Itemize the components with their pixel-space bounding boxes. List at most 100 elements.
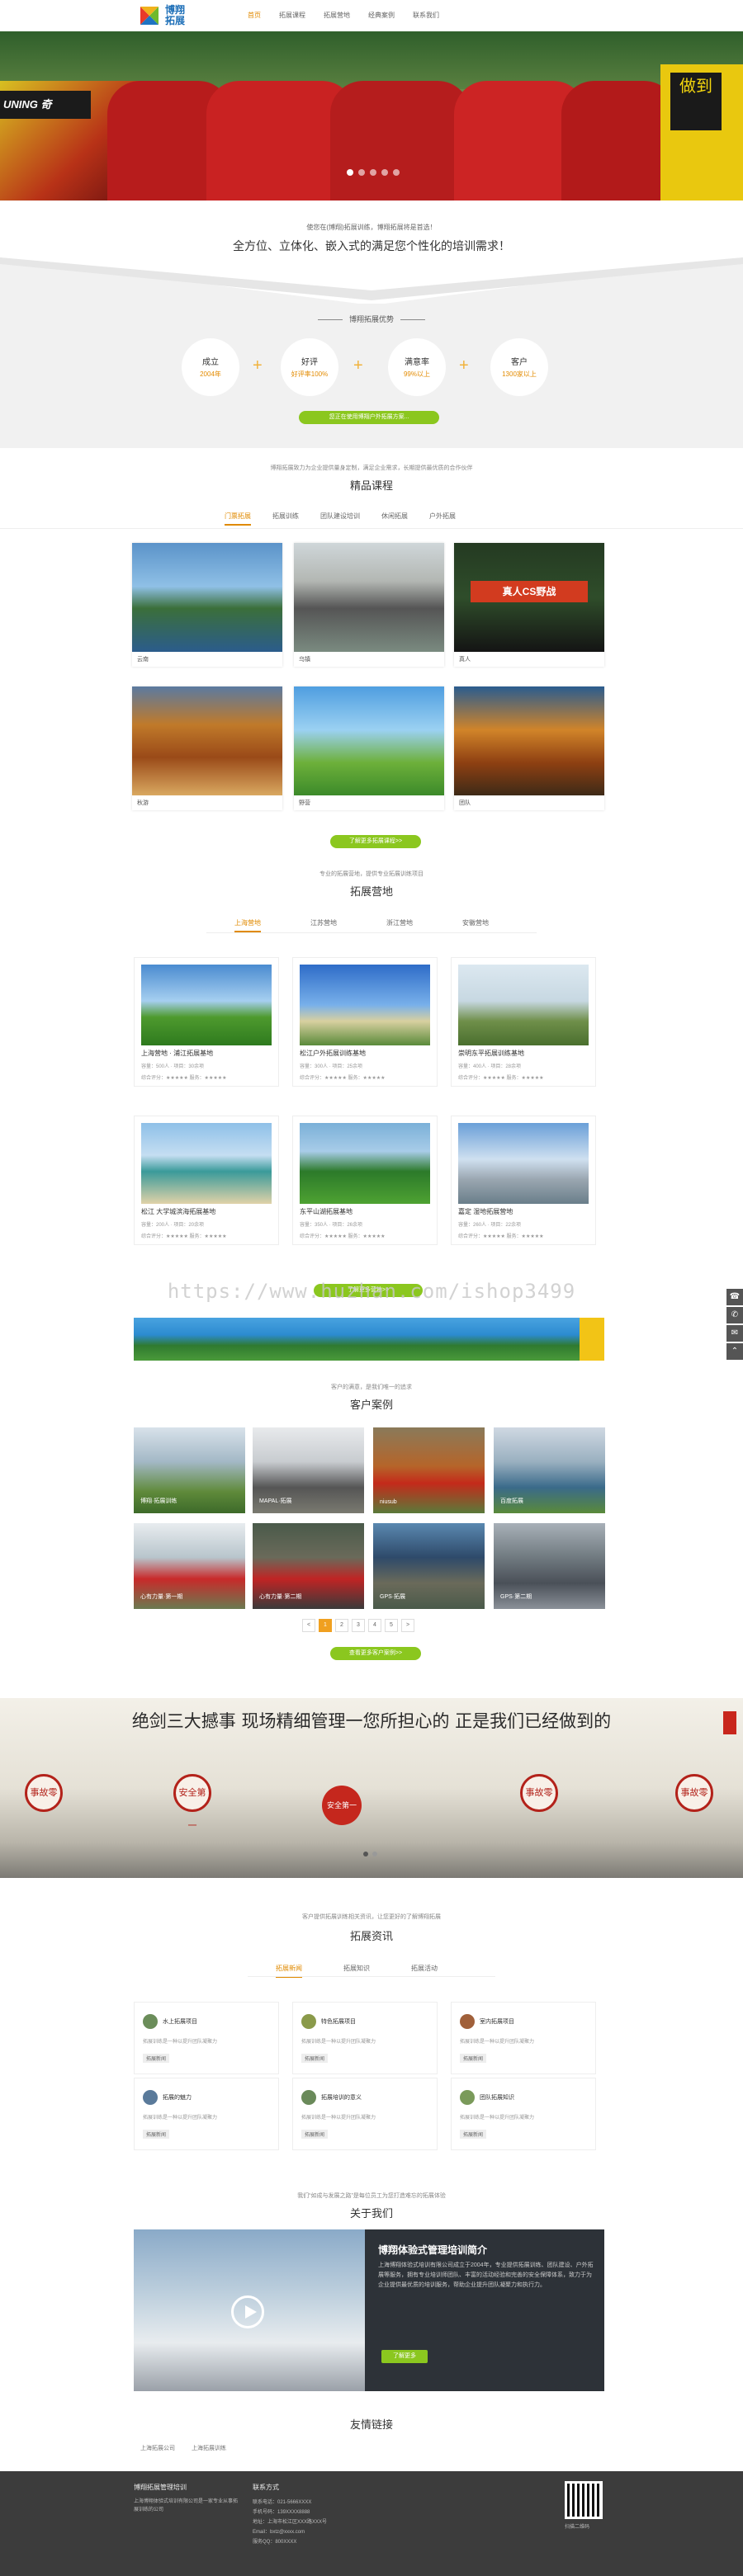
camp-rating: 综合评分：★★★★★ 服务：★★★★★ xyxy=(458,1234,544,1239)
friend-link[interactable]: 上海拓展训练 xyxy=(192,2444,226,2452)
camp-card[interactable]: 东平山湖拓展基地 容量：350人 · 项目：26余项 综合评分：★★★★★ 服务… xyxy=(292,1116,438,1245)
tab-course-4[interactable]: 户外拓展 xyxy=(429,512,456,526)
tab-camp-3[interactable]: 安徽营地 xyxy=(462,918,489,932)
nav-contact[interactable]: 联系我们 xyxy=(409,11,442,21)
camp-card[interactable]: 上海营地 · 浦江拓展基地 容量：500人 · 项目：30余项 综合评分：★★★… xyxy=(134,957,279,1087)
case-card[interactable]: GPS·拓展 xyxy=(373,1523,485,1609)
news-tag[interactable]: 拓展新闻 xyxy=(460,2130,487,2139)
case-card[interactable]: niusub xyxy=(373,1427,485,1513)
news-title: 拓展资讯 xyxy=(349,1930,393,1942)
course-card[interactable]: 乌镇 xyxy=(294,543,444,667)
logo[interactable]: 博翔 拓展 xyxy=(139,2,213,29)
news-card[interactable]: 室内拓展项目 拓展训练是一种以提升团队凝聚力 拓展新闻 xyxy=(451,2002,596,2074)
footer-col1-text: 上海博翔体验式培训有限公司是一家专业从事拓展训练的公司 xyxy=(134,2499,239,2512)
nav-courses[interactable]: 拓展课程 xyxy=(276,11,309,21)
cases-more-button[interactable]: 查看更多客户案例>> xyxy=(330,1647,421,1660)
page-4[interactable]: 4 xyxy=(368,1619,381,1632)
news-card[interactable]: 拓展培训的意义 拓展训练是一种以提升团队凝聚力 拓展新闻 xyxy=(292,2078,438,2150)
camp-name: 上海营地 · 浦江拓展基地 xyxy=(141,1050,214,1057)
page-1[interactable]: 1 xyxy=(319,1619,332,1632)
back-to-top-icon[interactable]: ⌃ xyxy=(726,1343,743,1360)
ink-banner[interactable]: 绝剑三大撼事 现场精细管理一您所担心的 正是我们已经做到的 事故零 安全第一 安… xyxy=(0,1698,743,1878)
avatar xyxy=(460,2090,475,2105)
case-card[interactable]: 心有力量·第一期 xyxy=(134,1523,245,1609)
news-card[interactable]: 拓展的魅力 拓展训练是一种以提升团队凝聚力 拓展新闻 xyxy=(134,2078,279,2150)
seal: 事故零 xyxy=(520,1774,558,1812)
news-tag[interactable]: 拓展新闻 xyxy=(301,2054,329,2063)
about-more-button[interactable]: 了解更多 xyxy=(381,2350,428,2363)
banner-dot[interactable] xyxy=(393,169,400,176)
banner-dot[interactable] xyxy=(381,169,388,176)
course-card[interactable]: 真人CS野战 真人 xyxy=(454,543,604,667)
advantages-button[interactable]: 您正在使用博翔户外拓展方案... xyxy=(299,411,439,424)
nav-cases[interactable]: 经典案例 xyxy=(365,11,398,21)
camp-card[interactable]: 嘉定 湿地拓展营地 容量：260人 · 项目：22余项 综合评分：★★★★★ 服… xyxy=(451,1116,596,1245)
nav-camps[interactable]: 拓展营地 xyxy=(320,11,353,21)
nav-home[interactable]: 首页 xyxy=(244,11,264,21)
camp-card[interactable]: 松江户外拓展训练基地 容量：300人 · 项目：25余项 综合评分：★★★★★ … xyxy=(292,957,438,1087)
camp-name: 松江户外拓展训练基地 xyxy=(300,1050,366,1057)
banner-dot[interactable] xyxy=(347,169,353,176)
camp-meta: 容量：200人 · 项目：20余项 xyxy=(141,1223,205,1228)
links-title: 友情链接 xyxy=(349,2418,393,2431)
case-card[interactable]: MAPAL·拓展 xyxy=(253,1427,364,1513)
news-tag[interactable]: 拓展新闻 xyxy=(143,2054,170,2063)
qr-code xyxy=(565,2481,603,2519)
course-card[interactable]: 团队 xyxy=(454,686,604,810)
course-card[interactable]: 云南 xyxy=(132,543,282,667)
course-card[interactable]: 野营 xyxy=(294,686,444,810)
camp-meta: 容量：300人 · 项目：25余项 xyxy=(300,1064,363,1069)
case-card[interactable]: 百度拓展 xyxy=(494,1427,605,1513)
case-card[interactable]: GPS·第二期 xyxy=(494,1523,605,1609)
case-name: 百度拓展 xyxy=(500,1498,523,1504)
course-card[interactable]: 秋游 xyxy=(132,686,282,810)
news-tag[interactable]: 拓展新闻 xyxy=(301,2130,329,2139)
avatar xyxy=(143,2090,158,2105)
seal: 安全第一 xyxy=(173,1774,211,1831)
wechat-icon[interactable]: ✉ xyxy=(726,1325,743,1342)
play-icon[interactable] xyxy=(231,2295,264,2328)
ink-banner-dots xyxy=(363,1852,377,1857)
headset-icon[interactable]: ☎ xyxy=(726,1289,743,1305)
avatar xyxy=(301,2090,316,2105)
news-card[interactable]: 特色拓展项目 拓展训练是一种以提升团队凝聚力 拓展新闻 xyxy=(292,2002,438,2074)
team-photo-strip xyxy=(134,1318,604,1361)
tab-camp-1[interactable]: 江苏营地 xyxy=(310,918,337,932)
tab-course-3[interactable]: 休闲拓展 xyxy=(381,512,408,526)
camp-meta: 容量：350人 · 项目：26余项 xyxy=(300,1223,363,1228)
page-next[interactable]: > xyxy=(401,1619,414,1632)
case-card[interactable]: 博翔·拓展训练 xyxy=(134,1427,245,1513)
camp-rating: 综合评分：★★★★★ 服务：★★★★★ xyxy=(300,1234,386,1239)
avatar xyxy=(143,2014,158,2029)
intro-subtitle: 使您在(博翔)拓展训练，博翔拓展将是首选！ xyxy=(306,224,437,231)
tab-course-2[interactable]: 团队建设培训 xyxy=(320,512,360,526)
news-tag[interactable]: 拓展新闻 xyxy=(143,2130,170,2139)
tab-course-1[interactable]: 拓展训练 xyxy=(272,512,299,526)
camp-card[interactable]: 崇明东平拓展训练基地 容量：400人 · 项目：28余项 综合评分：★★★★★ … xyxy=(451,957,596,1087)
tab-camp-2[interactable]: 浙江营地 xyxy=(386,918,413,932)
banner-dot[interactable] xyxy=(370,169,376,176)
courses-more-button[interactable]: 了解更多拓展课程>> xyxy=(330,835,421,848)
news-title-text: 水上拓展项目 xyxy=(163,2019,197,2025)
case-card[interactable]: 心有力量·第二期 xyxy=(253,1523,364,1609)
camp-meta: 容量：260人 · 项目：22余项 xyxy=(458,1223,522,1228)
page-prev[interactable]: < xyxy=(302,1619,315,1632)
side-toolbar: ☎ ✆ ✉ ⌃ xyxy=(726,1289,743,1361)
news-tag[interactable]: 拓展新闻 xyxy=(460,2054,487,2063)
case-name: 博翔·拓展训练 xyxy=(140,1498,177,1504)
news-card[interactable]: 团队拓展知识 拓展训练是一种以提升团队凝聚力 拓展新闻 xyxy=(451,2078,596,2150)
news-desc: 拓展训练是一种以提升团队凝聚力 xyxy=(460,2116,535,2121)
course-caption: 真人 xyxy=(459,657,471,663)
page-3[interactable]: 3 xyxy=(352,1619,365,1632)
phone-icon[interactable]: ✆ xyxy=(726,1307,743,1323)
page-2[interactable]: 2 xyxy=(335,1619,348,1632)
course-caption: 乌镇 xyxy=(299,657,310,663)
news-card[interactable]: 水上拓展项目 拓展训练是一种以提升团队凝聚力 拓展新闻 xyxy=(134,2002,279,2074)
banner-dot[interactable] xyxy=(358,169,365,176)
camp-card[interactable]: 松江 大学城滨海拓展基地 容量：200人 · 项目：20余项 综合评分：★★★★… xyxy=(134,1116,279,1245)
page-5[interactable]: 5 xyxy=(385,1619,398,1632)
friend-link[interactable]: 上海拓展公司 xyxy=(140,2444,175,2452)
tab-course-0[interactable]: 门票拓展 xyxy=(225,512,251,526)
tab-camp-0[interactable]: 上海营地 xyxy=(234,918,261,932)
footer-col1-title: 博翔拓展管理培训 xyxy=(134,2484,187,2491)
